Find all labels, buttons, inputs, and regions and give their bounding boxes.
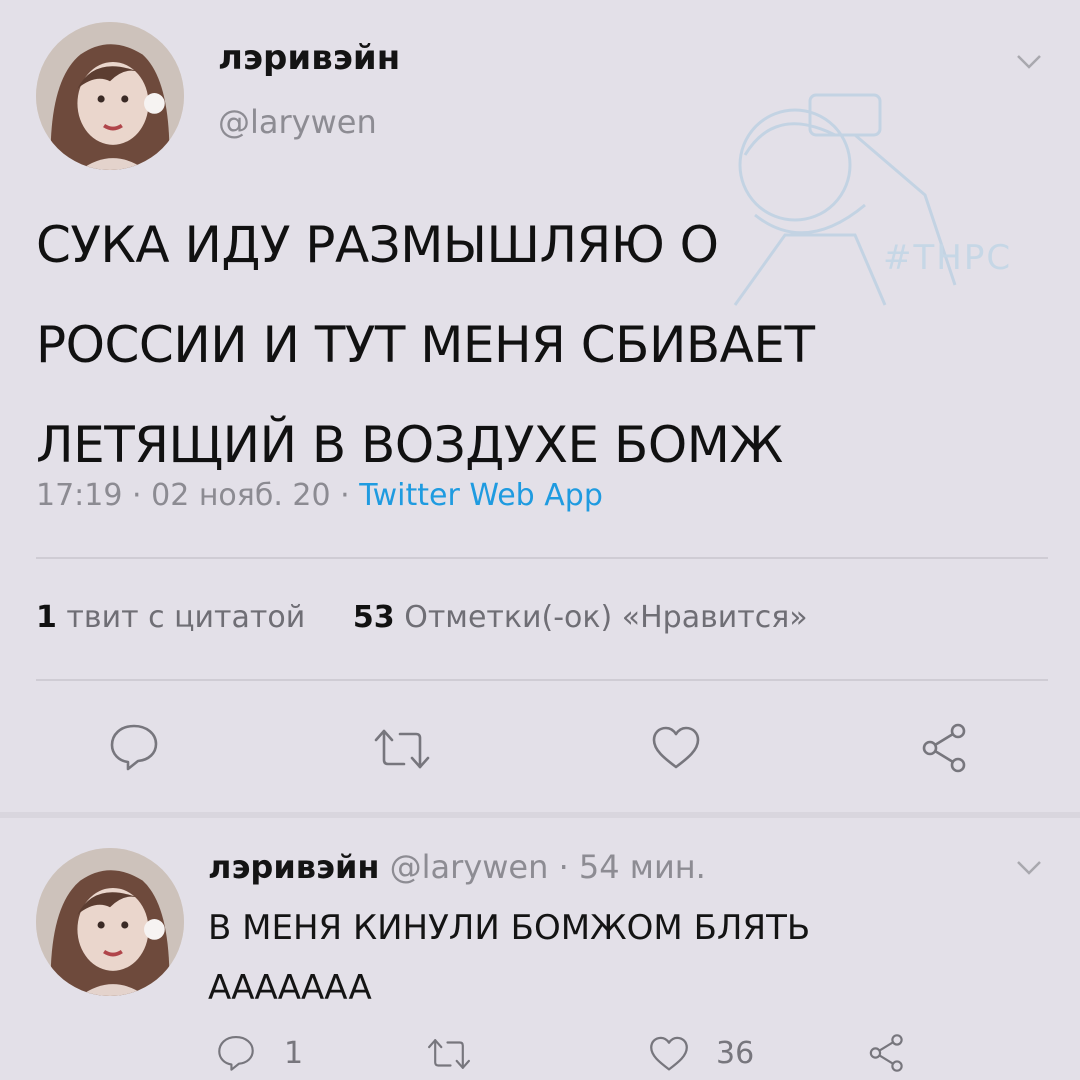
reply-time[interactable]: 54 мин. [579, 848, 706, 886]
avatar[interactable] [36, 22, 184, 170]
user-handle[interactable]: @larywen [218, 103, 377, 141]
reply-avatar[interactable] [36, 848, 184, 996]
tweet-time[interactable]: 17:19 [36, 478, 122, 513]
heart-icon[interactable] [650, 725, 702, 771]
like-count: 36 [716, 1036, 755, 1071]
share-icon[interactable] [866, 1033, 908, 1073]
divider [36, 679, 1048, 681]
retweet-icon[interactable] [372, 726, 432, 772]
tweet-stats: 1 твит с цитатой 53 Отметки(-ок) «Нравит… [36, 600, 808, 635]
share-icon[interactable] [918, 722, 972, 774]
quote-count: 1 [36, 600, 57, 635]
reply-handle[interactable]: @larywen [390, 848, 549, 886]
tweet-text: СУКА ИДУ РАЗМЫШЛЯЮ О РОССИИ И ТУТ МЕНЯ С… [36, 195, 996, 495]
tweet-date[interactable]: 02 нояб. 20 [151, 478, 330, 513]
tweet-text-line: РОССИИ И ТУТ МЕНЯ СБИВАЕТ [36, 316, 815, 374]
meta-dot: · [340, 478, 350, 513]
tweet-meta: 17:19 · 02 нояб. 20 · Twitter Web App [36, 478, 603, 513]
divider [36, 557, 1048, 559]
chevron-down-icon[interactable] [1015, 52, 1043, 72]
reply-header: лэривэйн @larywen · 54 мин. [208, 848, 706, 886]
tweet-source-link[interactable]: Twitter Web App [359, 478, 603, 513]
reply-text: В МЕНЯ КИНУЛИ БОМЖОМ БЛЯТЬ АААААAA [208, 898, 1008, 1018]
quote-tweets-link[interactable]: 1 твит с цитатой [36, 600, 305, 635]
tweet-text-line: СУКА ИДУ РАЗМЫШЛЯЮ О [36, 216, 719, 274]
reply-icon[interactable] [216, 1034, 256, 1072]
chevron-down-icon[interactable] [1015, 858, 1043, 878]
reply-icon[interactable] [108, 722, 160, 772]
retweet-icon[interactable] [426, 1036, 472, 1072]
likes-link[interactable]: 53 Отметки(-ок) «Нравится» [353, 600, 808, 635]
meta-dot: · [132, 478, 142, 513]
like-label: Отметки(-ок) «Нравится» [404, 600, 808, 635]
section-separator [0, 812, 1080, 818]
heart-icon[interactable] [648, 1035, 690, 1073]
reply-text-line: В МЕНЯ КИНУЛИ БОМЖОМ БЛЯТЬ [208, 908, 811, 948]
quote-label: твит с цитатой [66, 600, 306, 635]
display-name[interactable]: лэривэйн [218, 38, 400, 78]
like-count: 53 [352, 600, 395, 635]
reply-text-line: АААААAA [208, 968, 372, 1008]
meta-dot: · [558, 848, 569, 886]
reply-count: 1 [284, 1036, 304, 1071]
reply-display-name[interactable]: лэривэйн [208, 848, 379, 886]
